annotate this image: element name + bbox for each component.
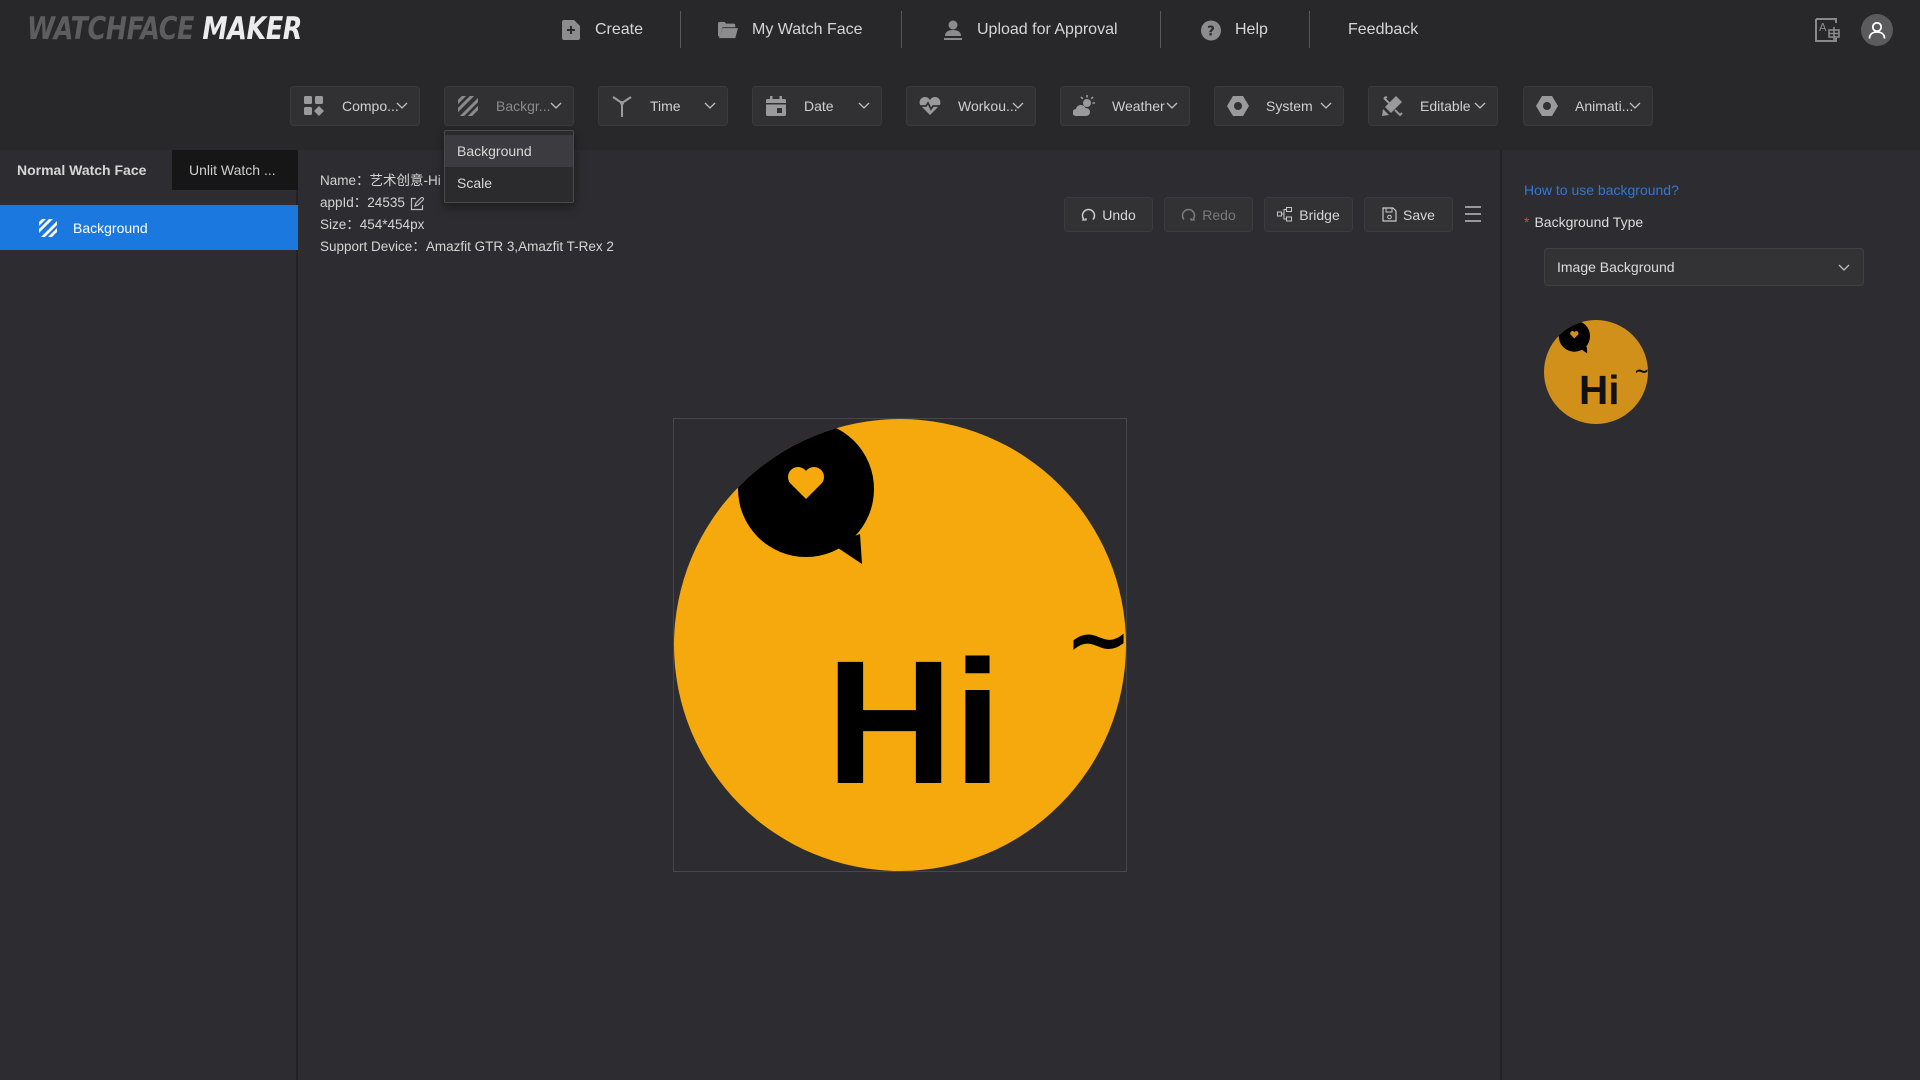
nav-divider — [1160, 11, 1161, 48]
translate-icon[interactable]: A — [1815, 18, 1843, 47]
dropdown-item-background[interactable]: Background — [445, 135, 573, 167]
chevron-down-icon — [1629, 102, 1641, 109]
toolbar-time[interactable]: Time — [598, 86, 728, 126]
components-icon — [303, 95, 325, 117]
help-link-background[interactable]: How to use background? — [1524, 182, 1679, 198]
nav-upload-label: Upload for Approval — [977, 21, 1118, 38]
toolbar-background[interactable]: Backgr... — [444, 86, 574, 126]
chevron-down-icon — [1474, 102, 1486, 109]
nav-my-watch-face[interactable]: My Watch Face — [718, 0, 863, 60]
nav-upload-for-approval[interactable]: Upload for Approval — [943, 0, 1118, 60]
svg-text:Hi: Hi — [1579, 367, 1620, 413]
save-button[interactable]: Save — [1364, 197, 1453, 232]
editable-icon — [1381, 95, 1403, 117]
toolbar-date[interactable]: Date — [752, 86, 882, 126]
app-logo: WATCHFACE MAKER — [27, 11, 302, 47]
canvas-area: Name： 艺术创意-Hi appId： 24535 Size： 454*454px … — [300, 150, 1500, 1080]
user-avatar-icon[interactable] — [1861, 14, 1893, 46]
chevron-down-icon — [1838, 264, 1850, 271]
redo-button[interactable]: Redo — [1164, 197, 1253, 232]
background-type-label: * Background Type — [1524, 214, 1644, 230]
toolbar-animation[interactable]: Animati... — [1523, 86, 1653, 126]
info-support-device: Support Device： Amazfit GTR 3,Amazfit T-R… — [320, 239, 614, 254]
chevron-down-icon — [550, 102, 562, 109]
dropdown-item-scale[interactable]: Scale — [445, 167, 573, 199]
nav-divider — [680, 11, 681, 48]
nav-help[interactable]: ? Help — [1201, 0, 1268, 60]
hexagon-nut-icon — [1227, 95, 1249, 117]
folder-open-icon — [718, 20, 738, 40]
nav-my-watch-face-label: My Watch Face — [752, 21, 863, 38]
chevron-down-icon — [1012, 102, 1024, 109]
bridge-button[interactable]: Bridge — [1264, 197, 1353, 232]
nav-help-label: Help — [1235, 21, 1268, 38]
background-image-thumbnail[interactable]: Hi ~ — [1544, 320, 1649, 424]
question-circle-icon: ? — [1201, 20, 1221, 40]
nav-divider — [1309, 11, 1310, 48]
watchface-tilde: ~ — [1065, 593, 1126, 686]
svg-text:A: A — [1819, 21, 1827, 34]
calendar-icon — [765, 95, 787, 117]
toolbar-weather[interactable]: Weather — [1060, 86, 1190, 126]
heart-rate-icon — [919, 95, 941, 117]
toolbar-editable[interactable]: Editable — [1368, 86, 1498, 126]
svg-text:~: ~ — [1634, 361, 1648, 382]
chevron-down-icon — [1320, 102, 1332, 109]
chevron-down-icon — [1166, 102, 1178, 109]
toolbar-system[interactable]: System — [1214, 86, 1344, 126]
tab-unlit-watch-face[interactable]: Unlit Watch ... — [172, 150, 298, 190]
background-dropdown-menu: Background Scale — [444, 130, 574, 203]
toolbar-workout[interactable]: Workou... — [906, 86, 1036, 126]
background-type-select[interactable]: Image Background — [1544, 248, 1864, 286]
tab-normal-watch-face[interactable]: Normal Watch Face — [0, 150, 172, 190]
chevron-down-icon — [396, 102, 408, 109]
watchface-artwork: Hi ~ — [674, 419, 1132, 871]
file-plus-icon — [561, 20, 581, 40]
redo-icon — [1182, 208, 1196, 221]
clock-hands-icon — [611, 95, 633, 117]
layers-sidebar: Normal Watch Face Unlit Watch ... Backgr… — [0, 150, 298, 1080]
background-hatch-icon — [39, 219, 57, 237]
bridge-icon — [1277, 207, 1293, 222]
nav-feedback[interactable]: Feedback — [1348, 0, 1418, 60]
weather-icon — [1073, 95, 1095, 117]
undo-icon — [1082, 208, 1096, 221]
undo-button[interactable]: Undo — [1064, 197, 1153, 232]
user-upload-icon — [943, 20, 963, 40]
info-size: Size： 454*454px — [320, 217, 425, 232]
nav-feedback-label: Feedback — [1348, 21, 1419, 38]
nav-create[interactable]: Create — [561, 0, 643, 60]
edit-icon[interactable] — [410, 196, 425, 211]
hamburger-menu-icon[interactable] — [1463, 205, 1483, 223]
watchface-preview[interactable]: Hi ~ — [673, 418, 1132, 872]
hexagon-nut-icon — [1536, 95, 1558, 117]
background-hatch-icon — [457, 95, 479, 117]
save-icon — [1382, 207, 1397, 222]
chevron-down-icon — [858, 102, 870, 109]
top-bar: WATCHFACE MAKER Create My Watch Face Upl… — [0, 0, 1920, 150]
toolbar-components[interactable]: Compo... — [290, 86, 420, 126]
nav-create-label: Create — [595, 21, 644, 38]
layer-item-background[interactable]: Background — [0, 205, 298, 250]
svg-text:?: ? — [1207, 24, 1215, 39]
properties-panel: How to use background? * Background Type … — [1500, 150, 1920, 1080]
nav-divider — [901, 11, 902, 48]
watchface-hi-text: Hi — [826, 625, 1002, 821]
chevron-down-icon — [704, 102, 716, 109]
